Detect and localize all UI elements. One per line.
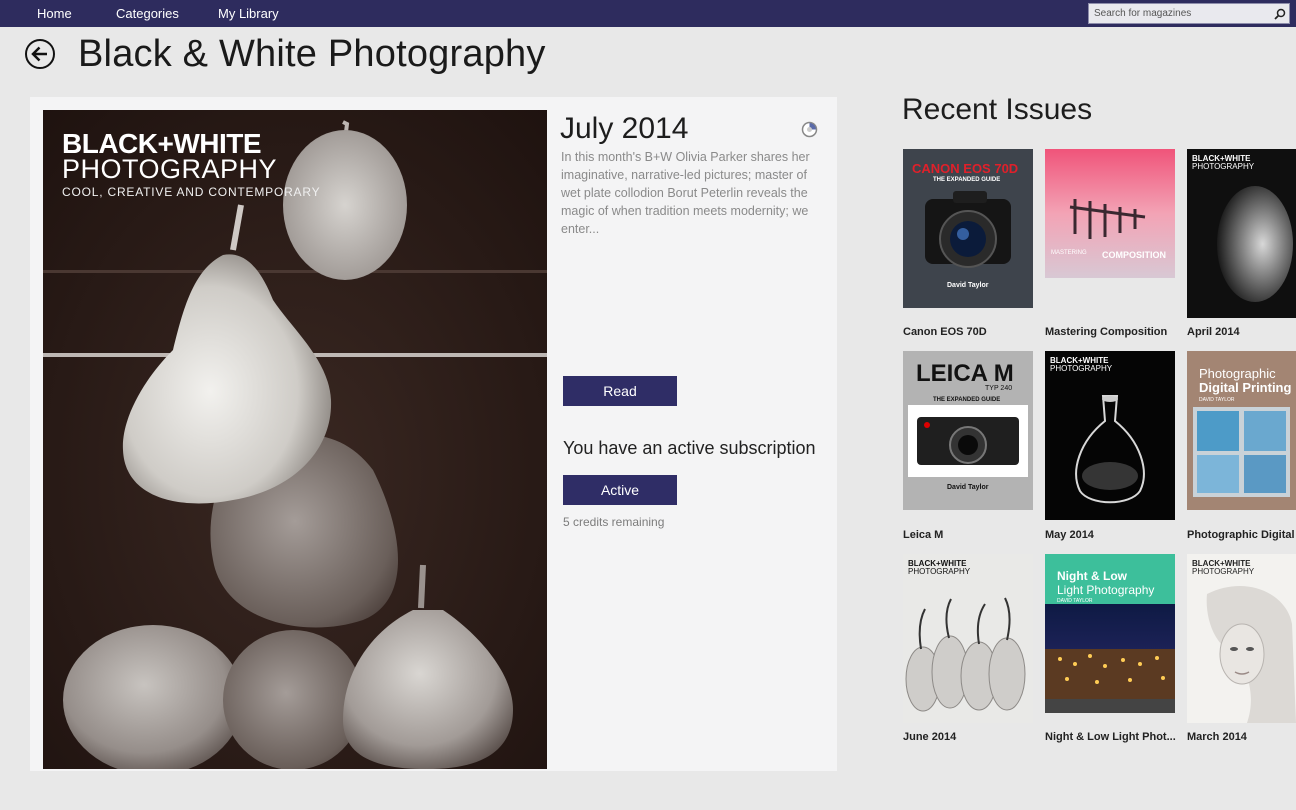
issue-tile-canon-eos-70d[interactable]: CANON EOS 70D THE EXPANDED GUIDE David T… xyxy=(903,149,1033,308)
loading-spinner-icon xyxy=(801,121,818,138)
issue-tile-leica-m[interactable]: LEICA M TYP 240 THE EXPANDED GUIDE David… xyxy=(903,351,1033,510)
vase-photo xyxy=(1075,395,1145,504)
subscription-status: You have an active subscription xyxy=(563,438,816,458)
issue-label: June 2014 xyxy=(903,731,957,743)
portrait-photo xyxy=(1206,585,1296,723)
top-nav-bar: Home Categories My Library xyxy=(0,0,1296,27)
nav-categories[interactable]: Categories xyxy=(116,6,179,21)
tile-cover-subtitle: Light Photography xyxy=(1057,583,1155,597)
search-box xyxy=(1088,3,1290,24)
back-button[interactable] xyxy=(25,39,55,69)
issue-tile-night-low-light[interactable]: Night & Low Light Photography DAVID TAYL… xyxy=(1045,554,1175,713)
issue-label: April 2014 xyxy=(1187,326,1240,338)
tile-cover-title: COMPOSITION xyxy=(1102,250,1167,260)
page-title: Black & White Photography xyxy=(78,33,546,75)
tile-cover-title: Night & Low xyxy=(1057,569,1127,583)
tile-cover-author: David Taylor xyxy=(947,484,989,491)
recent-issues-heading: Recent Issues xyxy=(902,93,1093,126)
issue-label: Photographic Digital P xyxy=(1187,529,1296,541)
credits-remaining: 5 credits remaining xyxy=(563,515,665,529)
issue-label: Night & Low Light Phot... xyxy=(1045,731,1176,743)
cover-masthead-line-2: PHOTOGRAPHY xyxy=(62,154,278,184)
active-subscription-button[interactable]: Active xyxy=(563,475,677,505)
nav-home[interactable]: Home xyxy=(37,6,72,21)
issue-tile-june-2014[interactable]: BLACK+WHITE PHOTOGRAPHY xyxy=(903,554,1033,723)
pears-photo xyxy=(43,110,547,769)
issue-tile-march-2014[interactable]: BLACK+WHITE PHOTOGRAPHY xyxy=(1187,554,1296,723)
tile-cover-subtitle: PHOTOGRAPHY xyxy=(908,567,971,576)
tile-cover-subtitle: MASTERING xyxy=(1051,250,1087,256)
issue-title: July 2014 xyxy=(560,112,689,145)
tile-cover-subtitle: PHOTOGRAPHY xyxy=(1050,364,1113,373)
issue-description: In this month's B+W Olivia Parker shares… xyxy=(561,150,810,236)
issue-tile-photographic-digital-printing[interactable]: Photographic Digital Printing DAVID TAYL… xyxy=(1187,351,1296,510)
issue-label: Mastering Composition xyxy=(1045,326,1168,338)
arrow-left-icon xyxy=(31,46,47,62)
tile-cover-author: DAVID TAYLOR xyxy=(1057,598,1093,604)
issue-tile-mastering-composition[interactable]: MASTERING COMPOSITION xyxy=(1045,149,1175,278)
portrait-photo xyxy=(1217,186,1293,302)
pears-row-photo xyxy=(905,597,1026,712)
nav-my-library[interactable]: My Library xyxy=(218,6,279,21)
issue-cover-image[interactable]: BLACK+WHITE PHOTOGRAPHY COOL, CREATIVE A… xyxy=(43,110,547,769)
tile-cover-subtitle: PHOTOGRAPHY xyxy=(1192,567,1255,576)
tile-cover-author: David Taylor xyxy=(947,282,989,289)
issue-tile-april-2014[interactable]: BLACK+WHITE PHOTOGRAPHY xyxy=(1187,149,1296,318)
search-input[interactable] xyxy=(1089,4,1271,23)
prints-illustration xyxy=(1193,407,1290,497)
issue-label: May 2014 xyxy=(1045,529,1094,541)
tile-cover-subtitle: PHOTOGRAPHY xyxy=(1192,162,1255,171)
issue-label: Canon EOS 70D xyxy=(903,326,987,338)
read-button[interactable]: Read xyxy=(563,376,677,406)
issue-label: Leica M xyxy=(903,529,944,541)
cover-masthead-tagline: COOL, CREATIVE AND CONTEMPORARY xyxy=(62,185,321,199)
search-icon[interactable] xyxy=(1271,4,1289,23)
issue-tile-may-2014[interactable]: BLACK+WHITE PHOTOGRAPHY xyxy=(1045,351,1175,520)
issue-label: March 2014 xyxy=(1187,731,1247,743)
